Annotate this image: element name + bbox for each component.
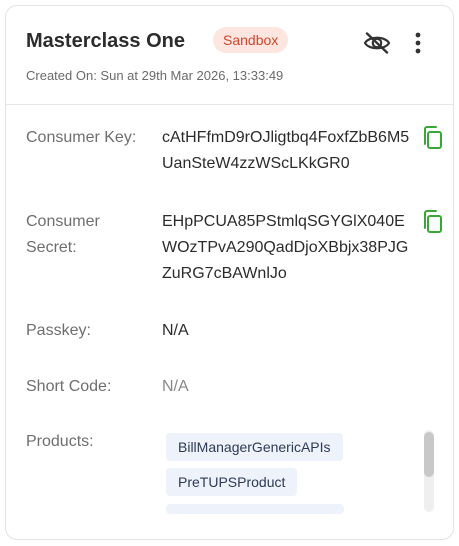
copy-consumer-key-button[interactable] [422,125,444,151]
created-on-text: Created On: Sun at 29th Mar 2026, 13:33:… [26,68,284,83]
app-card: Masterclass One Sandbox Created On: Sun … [5,5,454,540]
consumer-secret-label: Consumer Secret: [26,213,100,256]
hide-credentials-button[interactable] [362,28,392,58]
consumer-secret-value: EHpPCUA85PStmlqSGYGlX040EWOzTPvA290QadDj… [162,213,409,282]
short-code-label: Short Code: [26,378,112,395]
copy-icon [424,126,442,149]
products-list[interactable]: BillManagerGenericAPIs PreTUPSProduct [162,433,420,515]
eye-off-icon [363,32,391,54]
products-scrollbar[interactable] [424,430,434,512]
more-options-button[interactable] [406,28,430,58]
product-tag: BillManagerGenericAPIs [166,433,343,461]
scrollbar-thumb[interactable] [424,432,434,477]
app-name: Masterclass One [26,30,185,52]
consumer-key-value: cAtHFfmD9rOJligtbq4FoxfZbB6M5UanSteW4zzW… [162,129,410,172]
product-tag-partial [166,504,344,514]
short-code-value: N/A [162,378,189,395]
more-vertical-icon [415,32,421,54]
passkey-value: N/A [162,322,189,339]
passkey-label: Passkey: [26,322,91,339]
environment-badge: Sandbox [213,27,289,53]
product-tag: PreTUPSProduct [166,468,298,496]
copy-icon [424,210,442,233]
card-header: Masterclass One Sandbox Created On: Sun … [6,6,453,105]
products-label: Products: [26,433,94,450]
consumer-key-label: Consumer Key: [26,129,137,146]
copy-consumer-secret-button[interactable] [422,209,444,235]
